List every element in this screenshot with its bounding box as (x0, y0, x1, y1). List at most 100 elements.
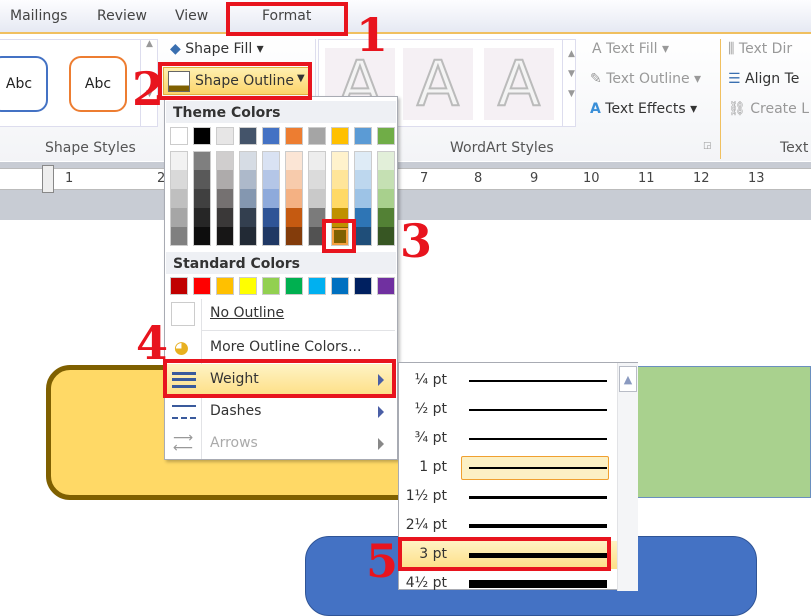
tab-view[interactable]: View (175, 8, 208, 24)
color-swatch[interactable] (262, 151, 280, 170)
color-swatch[interactable] (377, 151, 395, 170)
text-direction-button[interactable]: ⫼ Text Dir (728, 41, 792, 57)
color-swatch[interactable] (285, 227, 303, 246)
color-swatch[interactable] (216, 151, 234, 170)
wordart-sample[interactable]: A (403, 47, 473, 121)
ruler[interactable]: 1 2 7 8 9 10 11 12 13 (0, 165, 811, 193)
color-swatch[interactable] (216, 189, 234, 208)
color-swatch[interactable] (308, 170, 326, 189)
color-swatch[interactable] (239, 170, 257, 189)
color-swatch[interactable] (170, 151, 188, 170)
color-swatch[interactable] (354, 227, 372, 246)
scroll-up-icon[interactable]: ▲ (619, 366, 637, 392)
color-swatch[interactable] (193, 170, 211, 189)
standard-color-swatch[interactable] (285, 277, 303, 295)
standard-color-swatch[interactable] (170, 277, 188, 295)
align-text-button[interactable]: ☰ Align Te (728, 71, 799, 87)
standard-color-swatch[interactable] (331, 277, 349, 295)
shape-style-sample[interactable]: Abc (0, 56, 48, 112)
text-effects-button[interactable]: A Text Effects ▾ (590, 101, 697, 117)
standard-color-swatch[interactable] (354, 277, 372, 295)
color-swatch[interactable] (170, 189, 188, 208)
standard-color-swatch[interactable] (216, 277, 234, 295)
color-swatch[interactable] (285, 208, 303, 227)
color-swatch[interactable] (285, 151, 303, 170)
color-swatch[interactable] (170, 170, 188, 189)
weight-option[interactable]: 1 pt (399, 454, 617, 482)
chevron-right-icon (378, 438, 384, 450)
tab-review[interactable]: Review (97, 8, 147, 24)
color-swatch[interactable] (193, 151, 211, 170)
create-link-button[interactable]: ⛓ Create L (728, 101, 809, 117)
weight-option[interactable]: ¾ pt (399, 425, 617, 453)
color-swatch[interactable] (216, 170, 234, 189)
standard-color-swatch[interactable] (377, 277, 395, 295)
no-outline-item[interactable]: No Outline (166, 298, 396, 330)
arrows-item[interactable]: ⟶ ⟵ Arrows (166, 428, 396, 460)
color-swatch[interactable] (308, 189, 326, 208)
color-swatch[interactable] (262, 208, 280, 227)
color-swatch[interactable] (285, 127, 303, 145)
weight-option[interactable]: ½ pt (399, 396, 617, 424)
weight-option[interactable]: 2¼ pt (399, 512, 617, 540)
standard-color-swatch[interactable] (193, 277, 211, 295)
color-swatch[interactable] (331, 189, 349, 208)
color-swatch[interactable] (354, 208, 372, 227)
color-swatch[interactable] (331, 127, 349, 145)
color-swatch[interactable] (354, 170, 372, 189)
color-swatch[interactable] (285, 170, 303, 189)
wordart-sample[interactable]: A (484, 47, 554, 121)
scrollbar[interactable]: ▲ (617, 363, 638, 591)
color-swatch[interactable] (170, 127, 188, 145)
gallery-scroll[interactable]: ▲ ▼ ▼ (562, 39, 580, 127)
color-swatch[interactable] (377, 127, 395, 145)
color-swatch[interactable] (377, 227, 395, 246)
color-swatch[interactable] (239, 127, 257, 145)
tab-mailings[interactable]: Mailings (10, 8, 67, 24)
weight-option[interactable]: ¼ pt (399, 367, 617, 395)
color-swatch[interactable] (331, 170, 349, 189)
color-swatch[interactable] (193, 189, 211, 208)
dashes-item[interactable]: Dashes (166, 396, 396, 428)
color-swatch[interactable] (239, 208, 257, 227)
color-swatch[interactable] (354, 189, 372, 208)
indent-marker[interactable] (42, 165, 54, 193)
color-swatch[interactable] (285, 189, 303, 208)
color-swatch[interactable] (193, 127, 211, 145)
weight-option[interactable]: 1½ pt (399, 483, 617, 511)
color-swatch[interactable] (216, 127, 234, 145)
color-swatch[interactable] (216, 208, 234, 227)
color-swatch[interactable] (354, 151, 372, 170)
color-swatch[interactable] (308, 127, 326, 145)
green-shape[interactable] (630, 366, 811, 498)
weight-option[interactable]: 4½ pt (399, 570, 617, 598)
standard-color-swatch[interactable] (262, 277, 280, 295)
color-swatch[interactable] (216, 227, 234, 246)
color-swatch[interactable] (239, 227, 257, 246)
color-swatch[interactable] (377, 189, 395, 208)
dialog-launcher-icon[interactable]: ◲ (703, 141, 712, 151)
text-outline-button[interactable]: ✎ Text Outline ▾ (590, 71, 701, 87)
shape-style-sample[interactable]: Abc (69, 56, 127, 112)
standard-color-swatch[interactable] (308, 277, 326, 295)
color-swatch[interactable] (193, 208, 211, 227)
color-swatch[interactable] (170, 227, 188, 246)
color-swatch[interactable] (193, 227, 211, 246)
color-swatch[interactable] (170, 208, 188, 227)
color-swatch[interactable] (331, 151, 349, 170)
paint-bucket-icon: ◆ (170, 41, 181, 57)
color-swatch[interactable] (262, 127, 280, 145)
text-fill-button[interactable]: A Text Fill ▾ (592, 41, 669, 57)
shape-fill-button[interactable]: ◆ Shape Fill ▾ (170, 41, 264, 57)
standard-color-swatch[interactable] (239, 277, 257, 295)
color-swatch[interactable] (354, 127, 372, 145)
color-swatch[interactable] (239, 151, 257, 170)
color-swatch[interactable] (377, 170, 395, 189)
color-swatch[interactable] (239, 189, 257, 208)
color-swatch[interactable] (262, 227, 280, 246)
color-swatch[interactable] (262, 189, 280, 208)
color-swatch[interactable] (262, 170, 280, 189)
color-swatch[interactable] (308, 151, 326, 170)
color-swatch[interactable] (377, 208, 395, 227)
weight-label: 1½ pt (405, 488, 447, 504)
